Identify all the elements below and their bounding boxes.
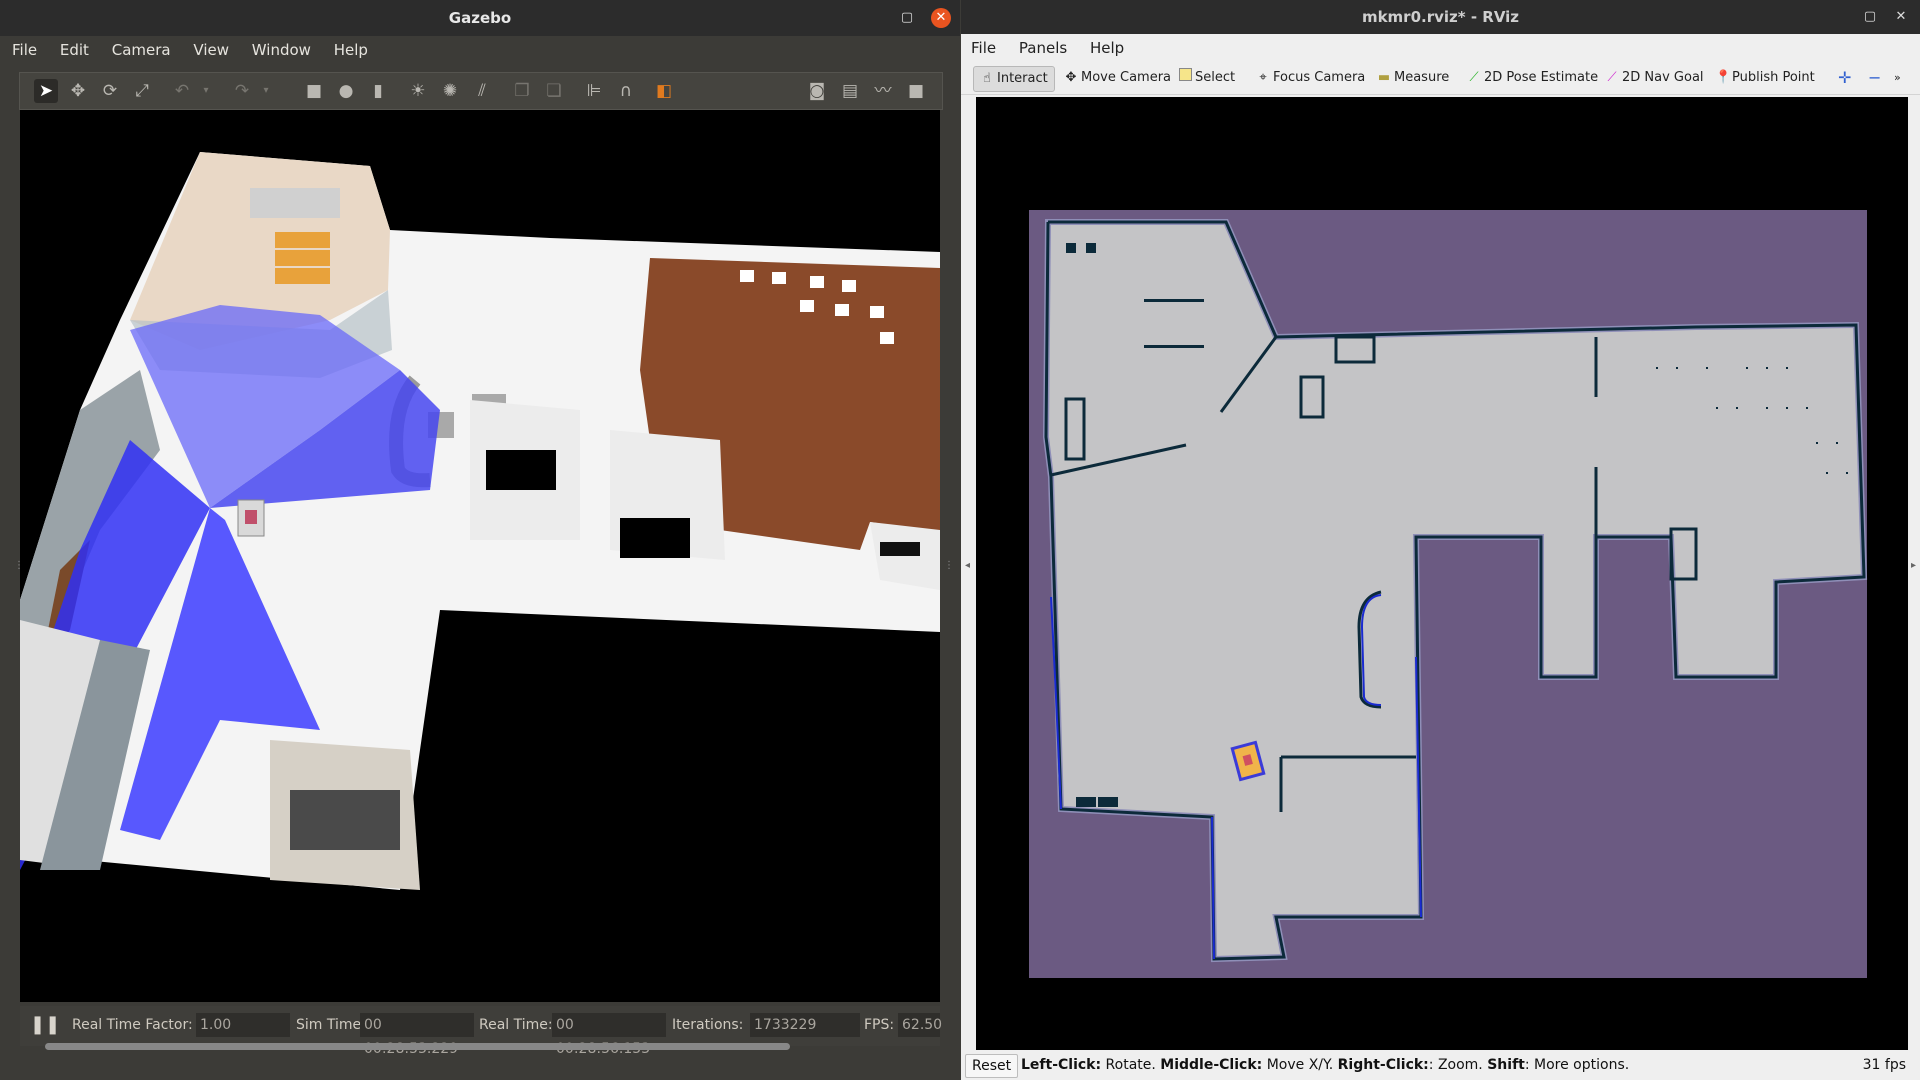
fps-label: FPS: <box>864 1017 895 1033</box>
goal-arrow-icon: ⟋ <box>1607 70 1617 85</box>
plot-icon[interactable]: 〰 <box>871 79 895 103</box>
fps-value: 62.50 <box>898 1013 942 1037</box>
pose-arrow-icon: ⟋ <box>1469 70 1479 85</box>
shelf-row <box>250 188 340 218</box>
video-record-icon[interactable]: ■ <box>904 79 928 103</box>
gazebo-toolbar: ➤ ✥ ⟳ ⤢ ↶ ▾ ↷ ▾ ■ ● ▮ ☀ ✺ ⫽ ❐ ❏ ⊫ ∩ ◧ ◙ … <box>19 72 943 110</box>
tool-select[interactable]: Select <box>1176 68 1238 88</box>
pause-icon[interactable]: ❚❚ <box>30 1014 60 1035</box>
snap-icon[interactable]: ∩ <box>614 79 638 103</box>
maximize-icon[interactable]: ▢ <box>897 8 917 28</box>
screenshot-icon[interactable]: ◙ <box>805 79 829 103</box>
menu-file[interactable]: File <box>961 34 1005 62</box>
mouse-help-text: Left-Click: Rotate. Middle-Click: Move X… <box>1021 1057 1630 1073</box>
rviz-title: mkmr0.rviz* - RViz <box>1361 8 1520 26</box>
rviz-render-panel[interactable] <box>976 97 1908 1050</box>
directional-light-icon[interactable]: ⫽ <box>470 79 494 103</box>
tool-publish-point[interactable]: 📍Publish Point <box>1712 68 1818 88</box>
right-panel-handle[interactable]: ⋮ <box>944 560 954 576</box>
select-rect-icon <box>1179 68 1192 81</box>
sim-time-value: 00 00:28:53.229 <box>360 1013 474 1057</box>
paste-icon[interactable]: ❏ <box>542 79 566 103</box>
undo-dropdown-icon[interactable]: ▾ <box>194 79 218 103</box>
shelf-orange <box>275 250 330 266</box>
close-icon[interactable]: ✕ <box>931 8 951 28</box>
remove-tool-icon[interactable]: − <box>1865 68 1884 88</box>
menu-edit[interactable]: Edit <box>51 36 98 64</box>
add-tool-icon[interactable]: ✛ <box>1835 68 1854 88</box>
menu-camera[interactable]: Camera <box>103 36 180 64</box>
shelf-orange <box>275 268 330 284</box>
opening <box>486 450 556 490</box>
real-time-factor-value: 1.00 <box>196 1013 290 1037</box>
tool-2d-nav-goal[interactable]: ⟋ 2D Nav Goal <box>1602 68 1707 88</box>
gazebo-scene <box>20 152 940 890</box>
gazebo-statusbar: ❚❚ Real Time Factor: 1.00 Sim Time: 00 0… <box>20 1006 942 1057</box>
copy-icon[interactable]: ❐ <box>510 79 534 103</box>
box-shape-icon[interactable]: ■ <box>302 79 326 103</box>
real-time-label: Real Time: <box>479 1017 553 1033</box>
undo-icon[interactable]: ↶ <box>170 79 194 103</box>
maximize-icon[interactable]: ▢ <box>1860 7 1880 27</box>
rotate-icon[interactable]: ⟳ <box>98 79 122 103</box>
opening <box>620 518 690 558</box>
tool-focus-camera[interactable]: ⌖ Focus Camera <box>1253 68 1368 88</box>
tool-2d-pose-estimate[interactable]: ⟋ 2D Pose Estimate <box>1464 68 1601 88</box>
robot-top <box>245 510 257 524</box>
gazebo-title: Gazebo <box>448 9 512 27</box>
right-dock-handle[interactable]: ▸ <box>1911 560 1917 576</box>
redo-icon[interactable]: ↷ <box>230 79 254 103</box>
menu-view[interactable]: View <box>184 36 238 64</box>
appliance <box>880 542 920 556</box>
occupancy-map <box>1029 210 1868 978</box>
reset-button[interactable]: Reset <box>965 1054 1019 1078</box>
gazebo-3d-viewport[interactable] <box>20 110 940 1002</box>
left-dock-handle[interactable]: ◂ <box>965 560 971 576</box>
spot-light-icon[interactable]: ✺ <box>438 79 462 103</box>
menu-help[interactable]: Help <box>325 36 377 64</box>
tool-move-camera[interactable]: ✥ Move Camera <box>1061 68 1174 88</box>
focus-icon: ⌖ <box>1259 70 1267 85</box>
point-light-icon[interactable]: ☀ <box>406 79 430 103</box>
pin-icon: 📍 <box>1715 70 1732 85</box>
hand-icon: ☝ <box>983 71 991 86</box>
close-icon[interactable]: ✕ <box>1891 7 1911 27</box>
rviz-fps: 31 fps <box>1862 1057 1906 1073</box>
tool-measure[interactable]: ▬ Measure <box>1374 68 1452 88</box>
menu-panels[interactable]: Panels <box>1010 34 1076 62</box>
tool-interact[interactable]: ☝ Interact <box>973 66 1055 92</box>
toolbar-overflow-icon[interactable]: » <box>1891 68 1904 88</box>
scale-icon[interactable]: ⤢ <box>130 79 154 103</box>
translate-icon[interactable]: ✥ <box>66 79 90 103</box>
gazebo-titlebar[interactable]: Gazebo ▢ ✕ <box>0 0 960 36</box>
rviz-menubar: File Panels Help <box>961 34 1920 62</box>
select-arrow-icon[interactable]: ➤ <box>34 79 58 103</box>
log-icon[interactable]: ▤ <box>838 79 862 103</box>
ruler-icon: ▬ <box>1377 70 1391 85</box>
gazebo-menubar: File Edit Camera View Window Help <box>0 36 960 64</box>
iterations-label: Iterations: <box>672 1017 744 1033</box>
horizontal-scrollbar[interactable] <box>45 1043 790 1050</box>
rviz-window: mkmr0.rviz* - RViz ▢ ✕ File Panels Help … <box>961 0 1920 1080</box>
sim-time-label: Sim Time: <box>296 1017 366 1033</box>
escalator <box>290 790 400 850</box>
menu-help[interactable]: Help <box>1081 34 1133 62</box>
gazebo-window: Gazebo ▢ ✕ File Edit Camera View Window … <box>0 0 960 1080</box>
menu-file[interactable]: File <box>0 36 46 64</box>
real-time-value: 00 00:28:56.153 <box>552 1013 666 1057</box>
view-angle-icon[interactable]: ◧ <box>652 79 676 103</box>
rviz-toolbar: ☝ Interact ✥ Move Camera Select ⌖ Focus Cam… <box>961 62 1920 95</box>
left-panel-handle[interactable]: ⋮ <box>14 560 24 576</box>
iterations-value: 1733229 <box>750 1013 860 1037</box>
real-time-factor-label: Real Time Factor: <box>72 1017 193 1033</box>
redo-dropdown-icon[interactable]: ▾ <box>254 79 278 103</box>
sphere-shape-icon[interactable]: ● <box>334 79 358 103</box>
rviz-statusbar: Reset Left-Click: Rotate. Middle-Click: … <box>961 1052 1920 1080</box>
cylinder-shape-icon[interactable]: ▮ <box>366 79 390 103</box>
rviz-titlebar[interactable]: mkmr0.rviz* - RViz ▢ ✕ <box>961 0 1920 34</box>
align-icon[interactable]: ⊫ <box>582 79 606 103</box>
shelf-orange <box>275 232 330 248</box>
move-camera-icon: ✥ <box>1065 70 1077 85</box>
menu-window[interactable]: Window <box>243 36 320 64</box>
